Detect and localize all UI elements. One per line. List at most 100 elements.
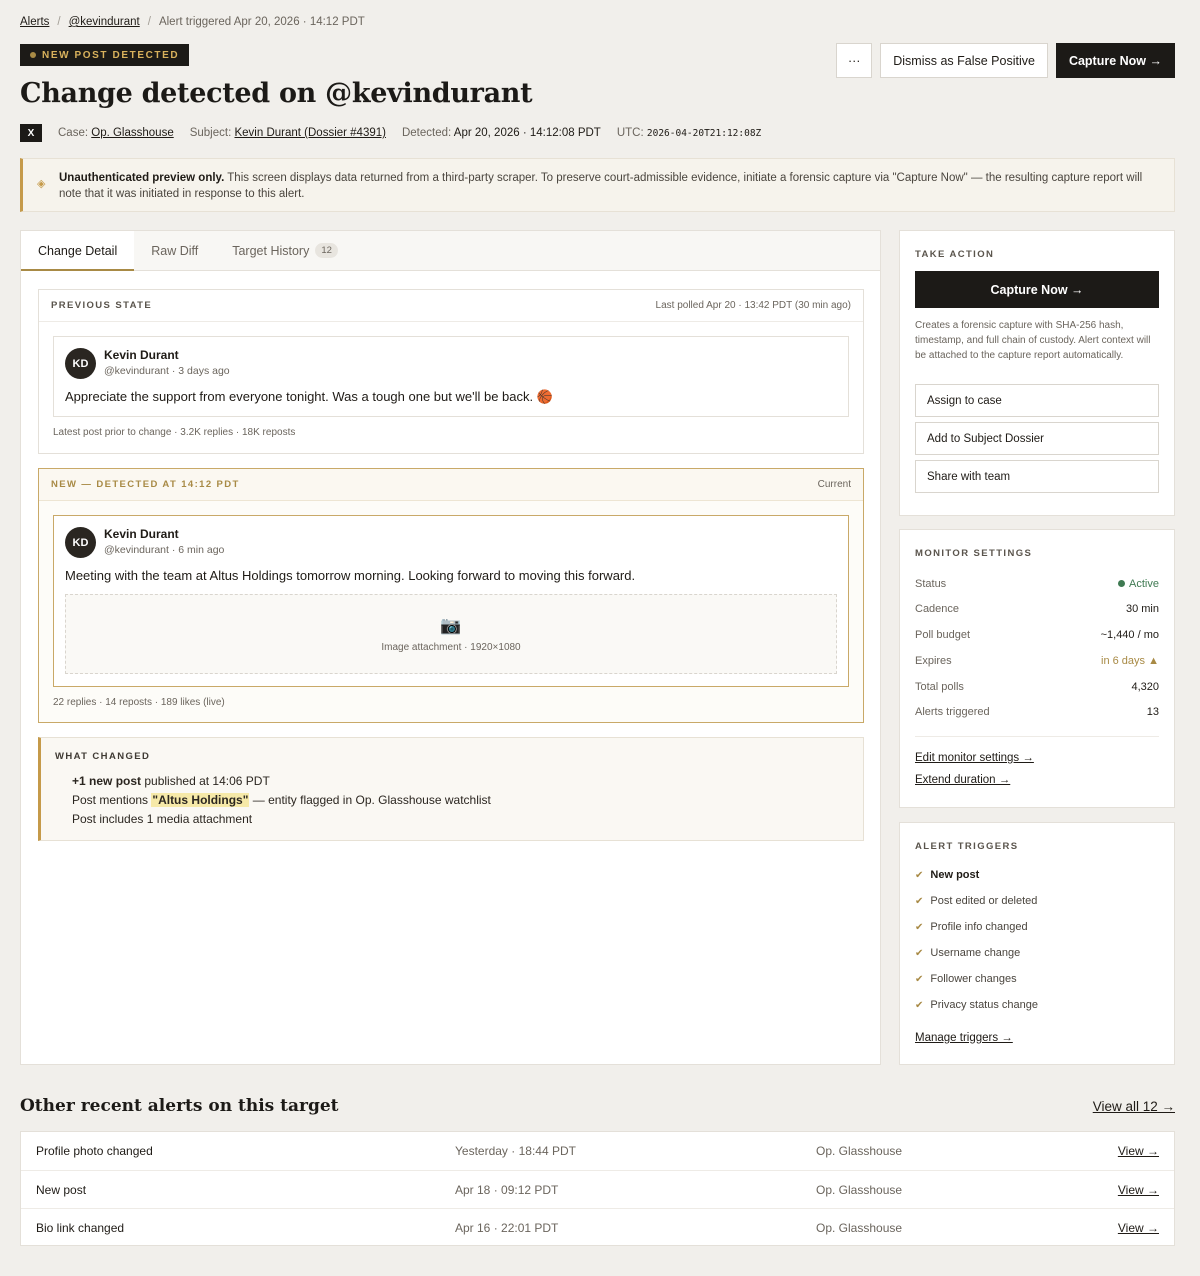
check-icon: ✔ xyxy=(915,895,924,907)
table-row[interactable]: Bio link changed Apr 16 · 22:01 PDT Op. … xyxy=(21,1208,1174,1246)
divider xyxy=(915,736,1159,737)
entity-highlight: "Altus Holdings" xyxy=(151,793,250,807)
check-icon: ✔ xyxy=(915,947,924,959)
take-action-caption: TAKE ACTION xyxy=(915,249,995,260)
breadcrumb: Alerts / @kevindurant / Alert triggered … xyxy=(20,16,365,28)
setting-label: Cadence xyxy=(915,603,960,615)
setting-row-cadence: Cadence 30 min xyxy=(915,603,1159,615)
breadcrumb-separator: / xyxy=(147,16,151,28)
setting-value: ~1,440 / mo xyxy=(1100,629,1159,641)
assign-to-case-button[interactable]: Assign to case xyxy=(915,384,1159,417)
recent-alerts-table: Profile photo changed Yesterday · 18:44 … xyxy=(20,1131,1175,1246)
previous-post: KD Kevin Durant @kevindurant · 3 days ag… xyxy=(53,336,849,417)
current-state-card: NEW — DETECTED AT 14:12 PDT Current KD K… xyxy=(38,468,864,723)
trigger-label: Username change xyxy=(930,947,1021,959)
image-attachment[interactable]: 📷 Image attachment · 1920×1080 xyxy=(65,594,837,674)
current-label: Current xyxy=(817,479,851,490)
setting-row-status: Status Active xyxy=(915,578,1159,590)
share-with-team-button[interactable]: Share with team xyxy=(915,460,1159,493)
post-author-name: Kevin Durant xyxy=(104,527,179,541)
tab-label: Raw Diff xyxy=(151,243,199,258)
monitor-settings-caption: MONITOR SETTINGS xyxy=(915,548,1033,559)
setting-value: 30 min xyxy=(1125,603,1159,615)
sidebar-capture-now-button[interactable]: Capture Now → xyxy=(915,271,1159,308)
case-link[interactable]: Op. Glasshouse xyxy=(91,127,173,139)
trigger-label: Profile info changed xyxy=(930,921,1028,933)
view-alert-link[interactable]: View → xyxy=(1118,1183,1159,1197)
change-text: Post mentions xyxy=(72,793,152,807)
alert-time: Apr 16 · 22:01 PDT xyxy=(455,1221,559,1235)
trigger-label: Post edited or deleted xyxy=(930,895,1038,907)
setting-label: Status xyxy=(915,578,947,590)
utc-label: UTC: xyxy=(616,127,644,139)
alert-case: Op. Glasshouse xyxy=(816,1221,903,1235)
edit-monitor-settings-link[interactable]: Edit monitor settings → xyxy=(915,752,1034,764)
table-row[interactable]: New post Apr 18 · 09:12 PDT Op. Glasshou… xyxy=(21,1170,1174,1208)
alert-time: Yesterday · 18:44 PDT xyxy=(455,1144,576,1158)
tab-bar: Change Detail Raw Diff Target History 12 xyxy=(21,231,880,271)
tab-change-detail[interactable]: Change Detail xyxy=(21,231,135,271)
check-icon: ✔ xyxy=(915,973,924,985)
avatar: KD xyxy=(65,527,96,558)
badge-dot-icon xyxy=(30,52,36,58)
warning-triangle-icon: ▲ xyxy=(1148,655,1159,667)
change-item: Post includes 1 media attachment xyxy=(72,812,253,826)
what-changed-caption: WHAT CHANGED xyxy=(55,751,151,762)
check-icon: ✔ xyxy=(915,999,924,1011)
breadcrumb-current: Alert triggered Apr 20, 2026 · 14:12 PDT xyxy=(158,16,365,28)
change-item: +1 new post published at 14:06 PDT xyxy=(72,772,849,791)
alert-triggers-caption: ALERT TRIGGERS xyxy=(915,841,1019,852)
manage-triggers-link[interactable]: Manage triggers → xyxy=(915,1032,1013,1044)
tab-raw-diff[interactable]: Raw Diff xyxy=(134,231,215,270)
change-text: published at 14:06 PDT xyxy=(141,774,270,788)
view-all-alerts-link[interactable]: View all 12 → xyxy=(1093,1099,1175,1114)
change-text: — entity flagged in Op. Glasshouse watch… xyxy=(249,793,491,807)
table-row[interactable]: Profile photo changed Yesterday · 18:44 … xyxy=(21,1132,1174,1170)
capture-now-button[interactable]: Capture Now → xyxy=(1055,43,1175,78)
check-icon: ✔ xyxy=(915,869,924,881)
setting-value: 13 xyxy=(1146,706,1159,718)
post-author-handle: @kevindurant · 3 days ago xyxy=(104,365,230,377)
setting-label: Total polls xyxy=(915,681,964,693)
recent-alerts-title: Other recent alerts on this target xyxy=(20,1096,339,1116)
setting-row-budget: Poll budget ~1,440 / mo xyxy=(915,629,1159,641)
current-post-footer: 22 replies · 14 reposts · 189 likes (liv… xyxy=(53,697,225,708)
capture-description: Creates a forensic capture with SHA-256 … xyxy=(915,320,1151,361)
view-alert-link[interactable]: View → xyxy=(1118,1221,1159,1235)
dismiss-false-positive-button[interactable]: Dismiss as False Positive xyxy=(880,43,1048,78)
tab-count-badge: 12 xyxy=(315,243,338,258)
change-list: +1 new post published at 14:06 PDT Post … xyxy=(55,772,849,829)
more-options-button[interactable]: ··· xyxy=(836,43,873,78)
trigger-item: ✔ Post edited or deleted xyxy=(915,895,1037,907)
header-actions: ··· Dismiss as False Positive Capture No… xyxy=(836,43,1175,78)
current-state-caption: NEW — DETECTED AT 14:12 PDT xyxy=(51,479,240,490)
view-alert-link[interactable]: View → xyxy=(1118,1144,1159,1158)
meta-subject: Subject: Kevin Durant (Dossier #4391) xyxy=(190,127,386,139)
trigger-label: Follower changes xyxy=(930,973,1017,985)
tab-target-history[interactable]: Target History 12 xyxy=(215,231,355,270)
subject-link[interactable]: Kevin Durant (Dossier #4391) xyxy=(234,127,386,139)
previous-state-caption: PREVIOUS STATE xyxy=(51,300,153,311)
breadcrumb-separator: / xyxy=(57,16,61,28)
alert-detail-page: Alerts / @kevindurant / Alert triggered … xyxy=(0,0,1200,1276)
x-platform-icon: X xyxy=(20,124,42,142)
camera-icon: 📷 xyxy=(440,615,462,635)
breadcrumb-alerts[interactable]: Alerts xyxy=(20,16,49,28)
extend-duration-link[interactable]: Extend duration → xyxy=(915,774,1010,786)
page-title: Change detected on @kevindurant xyxy=(20,78,533,109)
attachment-label: Image attachment · 1920×1080 xyxy=(381,641,521,653)
case-label: Case: xyxy=(58,127,89,139)
setting-value: 4,320 xyxy=(1131,681,1159,693)
alert-event: Bio link changed xyxy=(36,1221,125,1235)
change-panel: Change Detail Raw Diff Target History 12 … xyxy=(20,230,881,1065)
breadcrumb-target[interactable]: @kevindurant xyxy=(69,16,140,28)
alert-case: Op. Glasshouse xyxy=(816,1144,903,1158)
avatar: KD xyxy=(65,348,96,379)
setting-row-expires: Expires in 6 days ▲ xyxy=(915,655,1159,667)
trigger-label: Privacy status change xyxy=(930,999,1039,1011)
trigger-item: ✔ New post xyxy=(915,869,979,881)
post-text: Meeting with the team at Altus Holdings … xyxy=(65,568,636,583)
add-to-dossier-button[interactable]: Add to Subject Dossier xyxy=(915,422,1159,455)
subject-label: Subject: xyxy=(189,127,232,139)
what-changed-box: WHAT CHANGED +1 new post published at 14… xyxy=(38,737,864,841)
